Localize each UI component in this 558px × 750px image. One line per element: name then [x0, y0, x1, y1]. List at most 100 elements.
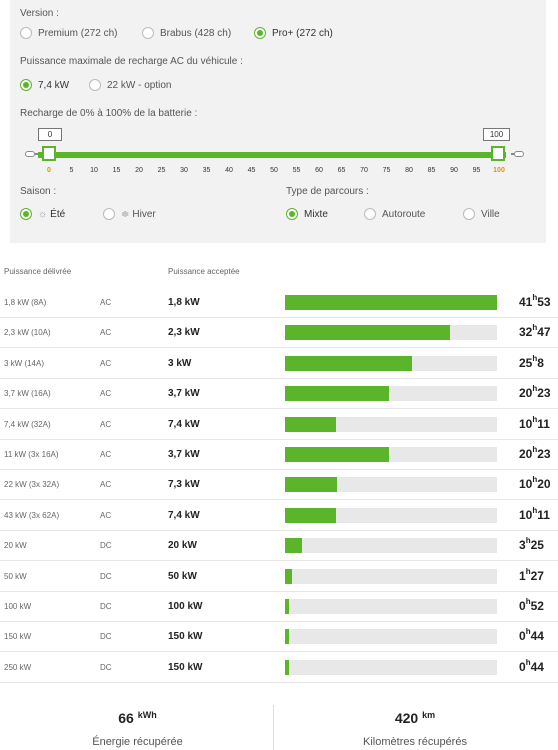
charge-time: 10h20	[519, 475, 551, 492]
accepted-power: 3,7 kW	[168, 388, 200, 400]
route-label: Type de parcours :	[286, 186, 369, 197]
table-row: 150 kW DC 150 kW 0h44	[0, 622, 558, 653]
charge-time-bar-fill	[285, 295, 497, 310]
delivered-power: 22 kW (3x 32A)	[4, 480, 60, 490]
version-option-brabus[interactable]: Brabus (428 ch)	[142, 27, 231, 39]
table-row: 2,3 kW (10A) AC 2,3 kW 32h47	[0, 318, 558, 349]
charge-time-bar	[285, 295, 497, 310]
delivered-power: 2,3 kW (10A)	[4, 328, 51, 338]
current-type: AC	[100, 450, 112, 459]
slider-tick-label: 65	[337, 167, 346, 174]
delivered-power: 250 kW	[4, 662, 32, 672]
charge-time-bar	[285, 507, 497, 523]
radio-icon	[142, 27, 154, 39]
charge-time-bar	[285, 599, 497, 614]
km-total: 420 km Kilomètres récupérés	[340, 710, 490, 748]
charge-time: 0h44	[519, 627, 544, 644]
slider-tick-label: 75	[382, 167, 391, 174]
version-option-premium[interactable]: Premium (272 ch)	[20, 27, 117, 39]
delivered-power: 11 kW (3x 16A)	[4, 450, 59, 459]
table-row: 3 kW (14A) AC 3 kW 25h8	[0, 349, 558, 379]
charge-time: 25h8	[519, 353, 544, 370]
route-option-mixte[interactable]: Mixte	[286, 208, 328, 220]
slider-end-handle[interactable]	[491, 146, 505, 161]
charge-time: 3h25	[519, 536, 544, 553]
charge-time-bar	[285, 325, 497, 341]
delivered-power: 3,7 kW (16A)	[4, 389, 51, 399]
version-label: Version :	[20, 8, 59, 19]
accepted-power: 7,4 kW	[168, 418, 200, 430]
season-option-ete[interactable]: ☼ Été	[20, 208, 65, 220]
charge-time-bar-fill	[285, 355, 413, 371]
table-row: 50 kW DC 50 kW 1h27	[0, 562, 558, 592]
version-option-pro-plus[interactable]: Pro+ (272 ch)	[254, 27, 333, 39]
accepted-power: 3 kW	[168, 357, 192, 369]
slider-tick-label: 70	[360, 167, 368, 174]
accepted-power: 1,8 kW	[168, 297, 200, 308]
delivered-power: 3 kW (14A)	[4, 358, 45, 368]
charge-time-bar	[285, 629, 497, 645]
charge-time: 32h47	[519, 323, 551, 340]
sun-icon: ☼	[38, 208, 48, 220]
delivered-power: 20 kW	[4, 541, 27, 551]
slider-tick-label: 50	[270, 167, 278, 174]
charge-time: 20h23	[519, 445, 551, 461]
charge-time: 0h44	[519, 657, 544, 674]
charge-time-bar	[285, 386, 497, 402]
plug-right-icon	[511, 151, 524, 157]
table-row: 20 kW DC 20 kW 3h25	[0, 531, 558, 562]
charge-time: 10h11	[519, 505, 550, 522]
energy-total: 66 kWh Énergie récupérée	[60, 710, 215, 748]
charge-time-bar	[285, 538, 497, 554]
charge-time: 41h53	[519, 293, 551, 309]
km-value: 420	[394, 710, 419, 726]
charge-time-bar-fill	[285, 447, 389, 462]
current-type: AC	[100, 358, 112, 368]
current-type: DC	[100, 541, 112, 551]
charge-time-bar-fill	[285, 568, 293, 584]
power-option-22kw[interactable]: 22 kW - option	[89, 79, 171, 91]
slider-tick-label: 5	[69, 167, 74, 174]
slider-tick-label: 90	[450, 167, 458, 174]
charge-time-bar-fill	[285, 325, 451, 341]
plug-left-icon	[25, 151, 38, 157]
current-type: DC	[100, 602, 112, 611]
radio-icon	[463, 208, 475, 220]
route-option-autoroute[interactable]: Autoroute	[364, 208, 425, 220]
table-row: 3,7 kW (16A) AC 3,7 kW 20h23	[0, 379, 558, 410]
season-option-hiver[interactable]: ≑ Hiver	[103, 208, 156, 220]
table-row: 7,4 kW (32A) AC 7,4 kW 10h11	[0, 410, 558, 440]
slider-tick-label: 100	[493, 167, 505, 174]
route-option-ville[interactable]: Ville	[463, 208, 500, 220]
charge-time-bar-fill	[285, 659, 289, 675]
delivered-power: 50 kW	[4, 571, 27, 581]
charge-time-bar-fill	[285, 507, 336, 523]
season-label: Saison :	[20, 186, 57, 197]
slider-tick-label: 25	[157, 167, 166, 174]
snowflake-icon: ≑	[121, 208, 130, 220]
divider	[273, 705, 274, 750]
power-ac-label: Puissance maximale de recharge AC du véh…	[20, 56, 243, 67]
charge-time-bar	[285, 416, 497, 432]
energy-value: 66	[118, 710, 134, 726]
slider-tick-label: 15	[112, 167, 121, 174]
header-delivered: Puissance délivrée	[4, 267, 72, 276]
current-type: AC	[100, 328, 112, 338]
delivered-power: 100 kW	[4, 602, 32, 611]
battery-slider-track[interactable]	[38, 152, 506, 158]
slider-start-handle[interactable]	[42, 146, 56, 161]
km-label: Kilomètres récupérés	[363, 736, 467, 748]
delivered-power: 7,4 kW (32A)	[4, 419, 51, 429]
radio-icon	[364, 208, 376, 220]
delivered-power: 150 kW	[4, 632, 32, 642]
power-option-7kw[interactable]: 7,4 kW	[20, 79, 69, 91]
charge-time-bar	[285, 659, 497, 675]
charge-time: 10h11	[519, 414, 550, 431]
accepted-power: 7,3 kW	[168, 479, 200, 491]
charge-time-bar-fill	[285, 416, 336, 432]
slider-tick-label: 40	[225, 167, 233, 174]
radio-selected-icon	[20, 208, 32, 220]
charge-time-bar	[285, 355, 497, 371]
battery-label: Recharge de 0% à 100% de la batterie :	[20, 108, 198, 119]
charge-time: 1h27	[519, 566, 544, 583]
